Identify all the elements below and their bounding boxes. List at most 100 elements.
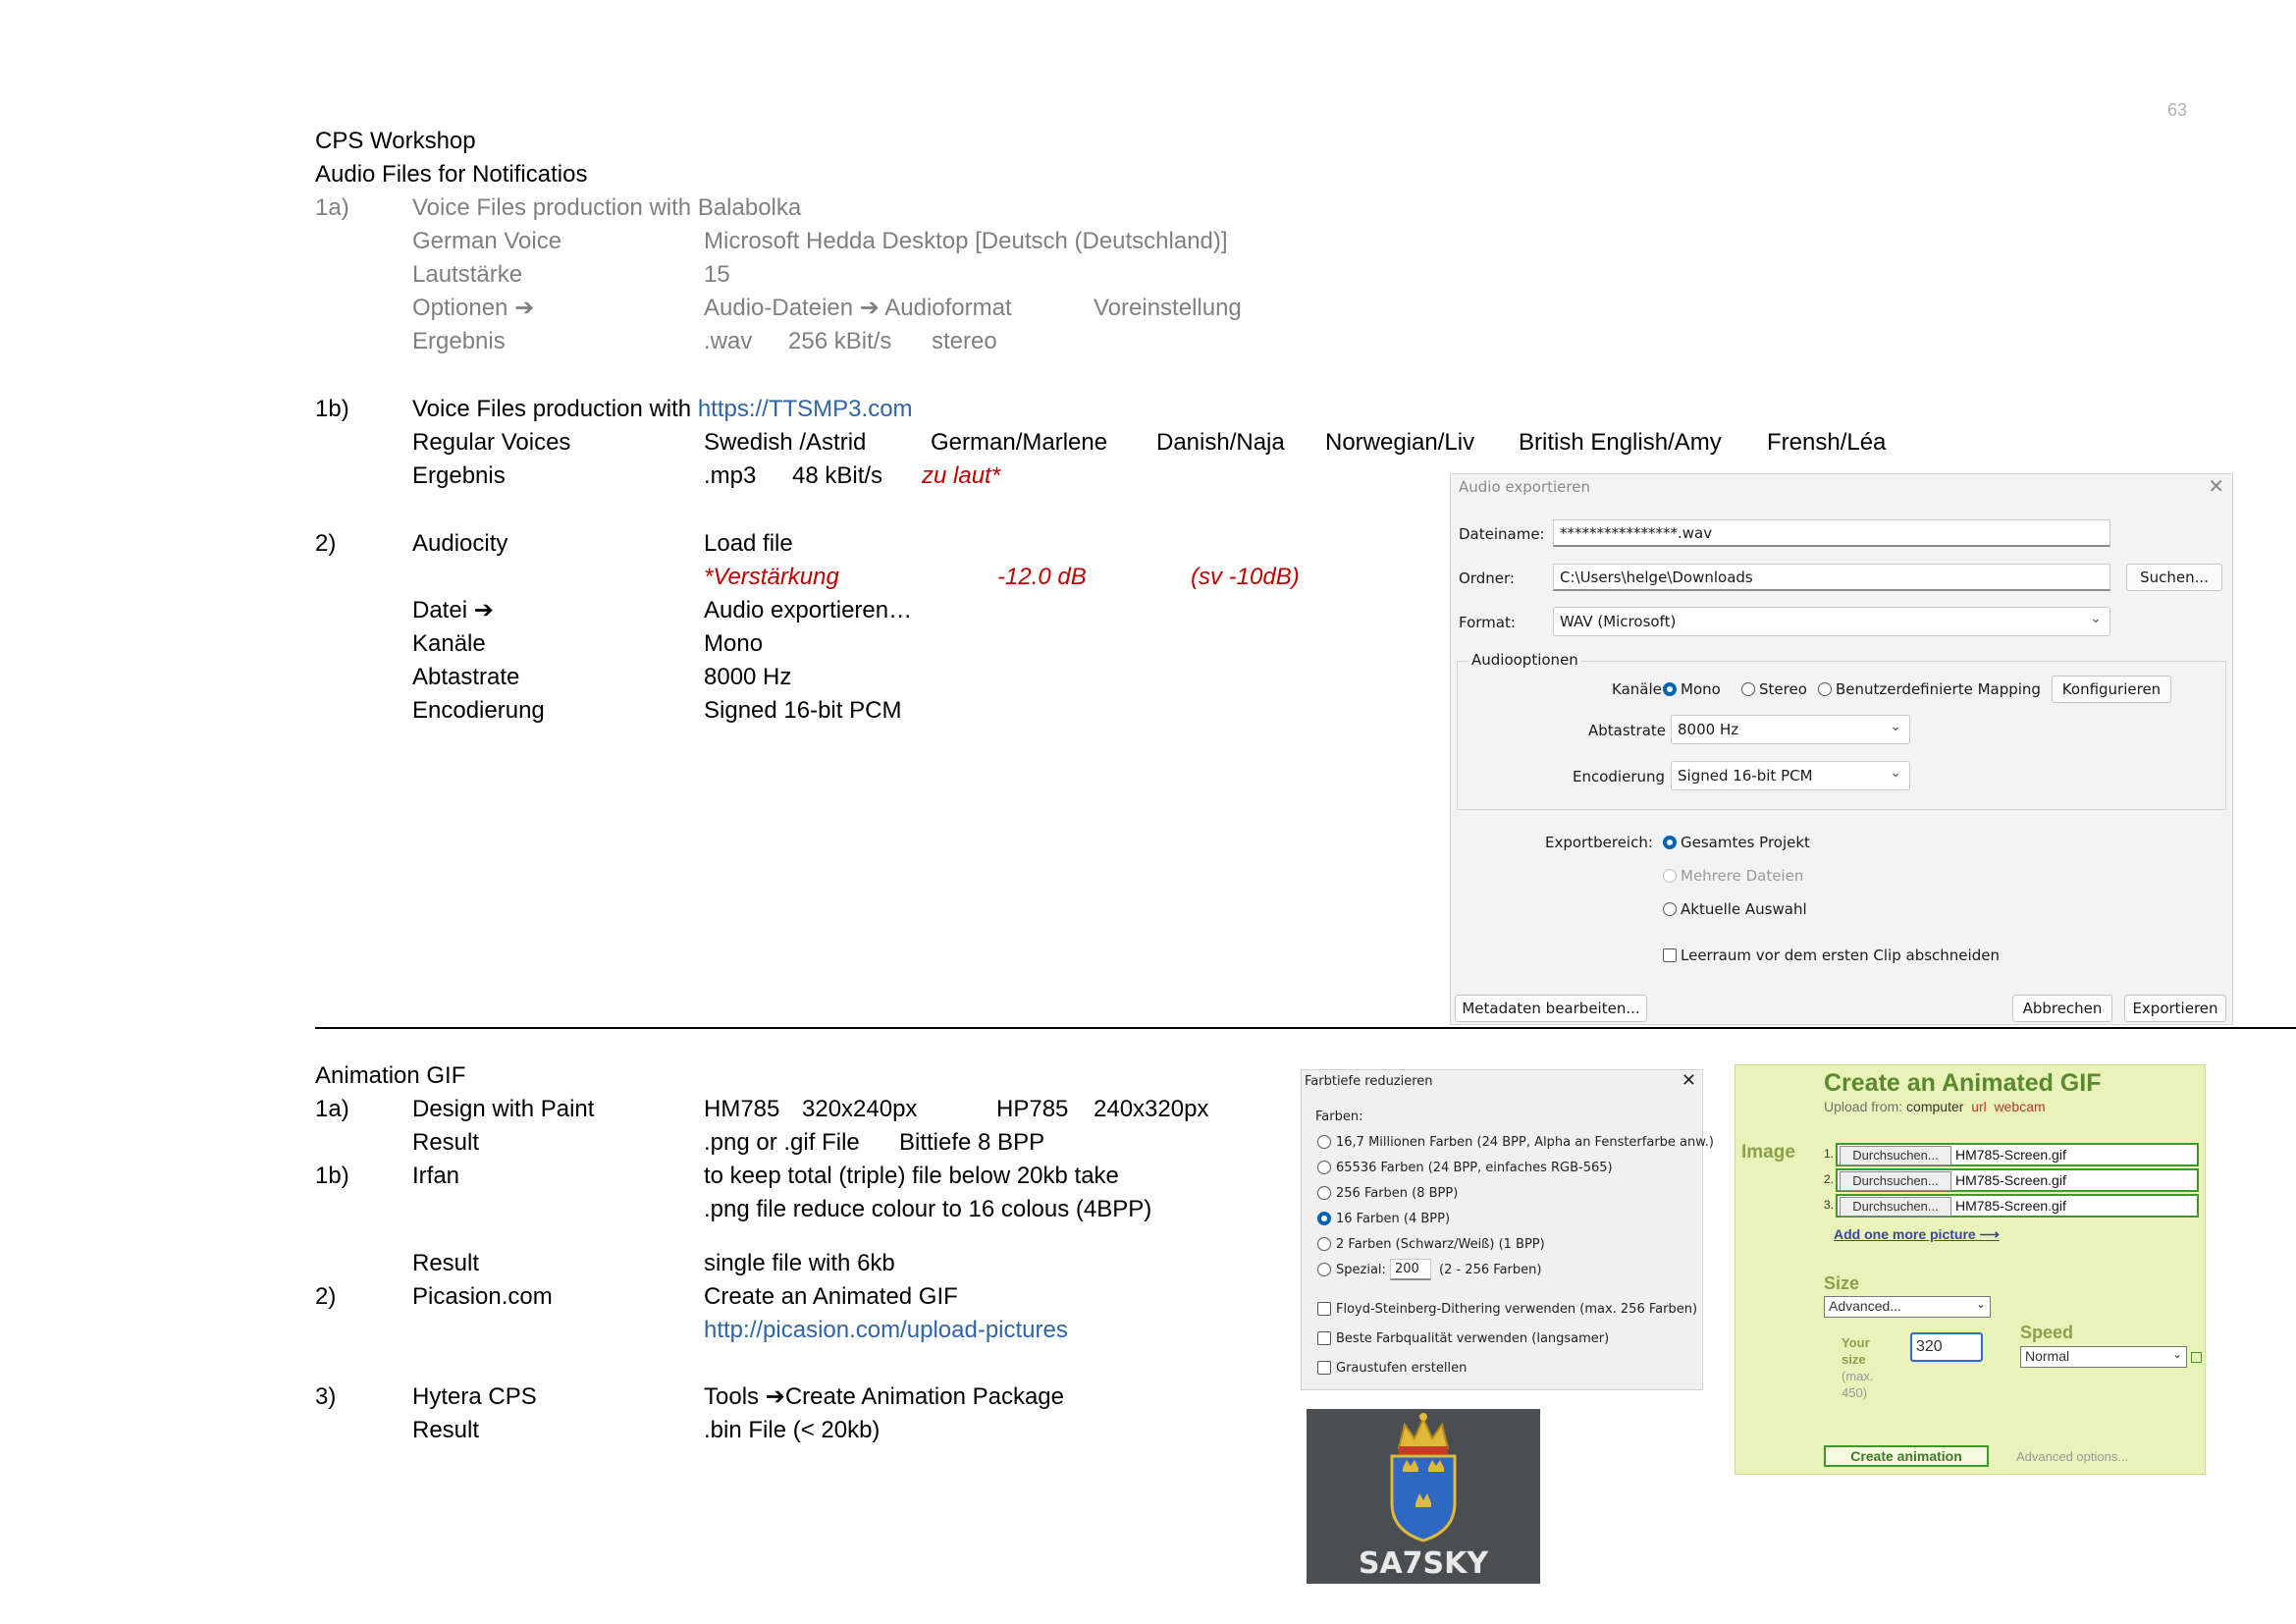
range-multi-radio[interactable]	[1663, 869, 1677, 883]
gif-r3-text-b: .png file reduce colour to 16 colous (4B…	[704, 1196, 1152, 1222]
gif-r7-label: Result	[412, 1417, 480, 1443]
source-webcam[interactable]: webcam	[1995, 1099, 2046, 1114]
s1b-voice: British English/Amy	[1519, 429, 1722, 456]
encoding-select[interactable]: Signed 16-bit PCM ⌄	[1671, 761, 1910, 790]
special-radio[interactable]	[1317, 1263, 1331, 1276]
dither-checkbox[interactable]	[1317, 1302, 1331, 1316]
color-option-label: 2 Farben (Schwarz/Weiß) (1 BPP)	[1336, 1237, 1545, 1252]
range-selection-label: Aktuelle Auswahl	[1681, 900, 1807, 918]
s1a-result-label: Ergebnis	[412, 328, 506, 354]
chevron-down-icon: ⌄	[1975, 1297, 1986, 1311]
colors-label: Farben:	[1315, 1110, 1363, 1124]
s1a-result-channels: stereo	[932, 328, 997, 354]
chevron-down-icon: ⌄	[2171, 1347, 2182, 1361]
folder-field[interactable]: C:\Users\helge\Downloads	[1553, 564, 2110, 591]
page-number: 63	[2167, 100, 2188, 120]
channels-label: Kanäle	[1612, 680, 1662, 698]
color-option-radio[interactable]	[1317, 1135, 1331, 1149]
s2-gain-note: (sv -10dB)	[1191, 564, 1300, 590]
create-animation-button[interactable]: Create animation	[1824, 1445, 1989, 1467]
doc-title: CPS Workshop	[315, 128, 476, 154]
crown-shield-icon	[1390, 1413, 1457, 1543]
filename-label: Dateiname:	[1459, 525, 1545, 543]
s1b-result-label: Ergebnis	[412, 462, 506, 489]
s2-channels-label: Kanäle	[412, 630, 486, 657]
best-quality-checkbox[interactable]	[1317, 1331, 1331, 1345]
custom-mapping-radio[interactable]	[1818, 682, 1832, 696]
picasion-panel: Create an Animated GIF Upload from: comp…	[1735, 1064, 2206, 1475]
add-picture-link[interactable]: Add one more picture ⟶	[1834, 1226, 2000, 1243]
filename-field[interactable]: ****************.wav	[1553, 519, 2110, 547]
s2-rate-label: Abtastrate	[412, 664, 520, 690]
dialog-titlebar: Audio exportieren ✕	[1451, 474, 2232, 500]
range-selection-radio[interactable]	[1663, 902, 1677, 916]
speed-select[interactable]: Normal ⌄	[2020, 1346, 2187, 1368]
s1b-voice: Frensh/Léa	[1767, 429, 1887, 456]
gif-r1-label: Design with Paint	[412, 1096, 595, 1122]
ttsmp3-link[interactable]: https://TTSMP3.com	[698, 396, 913, 422]
mono-radio[interactable]	[1663, 682, 1677, 696]
range-all-label: Gesamtes Projekt	[1681, 834, 1810, 851]
picasion-title: Create an Animated GIF	[1824, 1069, 2102, 1097]
s2-gain-value: -12.0 dB	[997, 564, 1087, 590]
rate-select[interactable]: 8000 Hz ⌄	[1671, 715, 1910, 744]
stereo-label: Stereo	[1759, 680, 1807, 698]
audio-options-label: Audiooptionen	[1468, 651, 1581, 669]
gif-r6-label: Hytera CPS	[412, 1383, 537, 1410]
browse-button[interactable]: Durchsuchen...	[1840, 1197, 1951, 1217]
section-divider	[315, 1027, 2296, 1029]
source-url[interactable]: url	[1971, 1099, 1987, 1114]
close-icon[interactable]: ✕	[1682, 1070, 1696, 1091]
cancel-button[interactable]: Abbrechen	[2012, 995, 2112, 1022]
gif-r1-size-a: 320x240px	[802, 1096, 918, 1122]
size-input[interactable]: 320	[1910, 1332, 1983, 1362]
file-name: HM785-Screen.gif	[1955, 1147, 2066, 1163]
gif-r3-number: 1b)	[315, 1163, 349, 1189]
trim-checkbox[interactable]	[1663, 948, 1677, 962]
chevron-down-icon: ⌄	[1890, 765, 1901, 781]
s1b-number: 1b)	[315, 396, 349, 422]
grayscale-checkbox[interactable]	[1317, 1361, 1331, 1375]
s2-label: Audiocity	[412, 530, 508, 557]
browse-button[interactable]: Suchen...	[2126, 564, 2222, 591]
gif-r1-size-b: 240x320px	[1094, 1096, 1209, 1122]
s2-channels-value: Mono	[704, 630, 764, 657]
arrow-right-icon: ➔	[765, 1383, 785, 1410]
edit-metadata-button[interactable]: Metadaten bearbeiten...	[1455, 995, 1647, 1022]
picasion-link[interactable]: http://picasion.com/upload-pictures	[704, 1314, 1068, 1347]
advanced-options-link[interactable]: Advanced options...	[2016, 1448, 2128, 1465]
s1b-voice: Danish/Naja	[1156, 429, 1285, 456]
format-select[interactable]: WAV (Microsoft) ⌄	[1553, 607, 2110, 636]
color-option-radio[interactable]	[1317, 1212, 1331, 1225]
s1b-voice: German/Marlene	[931, 429, 1108, 456]
configure-button[interactable]: Konfigurieren	[2052, 676, 2171, 703]
speed-checkbox[interactable]	[2191, 1352, 2202, 1363]
browse-button[interactable]: Durchsuchen...	[1840, 1146, 1951, 1165]
color-option-radio[interactable]	[1317, 1161, 1331, 1174]
color-option-label: 16,7 Millionen Farben (24 BPP, Alpha an …	[1336, 1135, 1714, 1150]
range-all-radio[interactable]	[1663, 836, 1677, 849]
color-option-radio[interactable]	[1317, 1186, 1331, 1200]
color-option-radio[interactable]	[1317, 1237, 1331, 1251]
file-name: HM785-Screen.gif	[1955, 1172, 2066, 1188]
s1b-voice: Swedish /Astrid	[704, 429, 867, 456]
export-button[interactable]: Exportieren	[2124, 995, 2226, 1022]
stereo-radio[interactable]	[1741, 682, 1755, 696]
best-quality-label: Beste Farbqualität verwenden (langsamer)	[1336, 1331, 1610, 1346]
special-input[interactable]: 200	[1390, 1259, 1431, 1280]
custom-mapping-label: Benutzerdefinierte Mapping	[1836, 680, 2041, 698]
s1a-options-preset: Voreinstellung	[1094, 295, 1242, 321]
close-icon[interactable]: ✕	[2208, 474, 2224, 498]
arrow-right-icon: ➔	[473, 597, 494, 623]
s1a-number: 1a)	[315, 194, 349, 221]
trim-label: Leerraum vor dem ersten Clip abschneiden	[1681, 947, 2000, 964]
source-computer[interactable]: computer	[1906, 1099, 1963, 1114]
gif-r5-label: Picasion.com	[412, 1283, 553, 1310]
special-range: (2 - 256 Farben)	[1439, 1263, 1542, 1277]
dialog-title: Audio exportieren	[1459, 478, 1590, 496]
audio-export-dialog: Audio exportieren ✕ Dateiname: *********…	[1450, 473, 2233, 1025]
color-depth-dialog: Farbtiefe reduzieren ✕ Farben: 16,7 Mill…	[1301, 1069, 1714, 1390]
size-select[interactable]: Advanced... ⌄	[1824, 1296, 1991, 1318]
rate-label: Abtastrate	[1588, 722, 1667, 739]
browse-button[interactable]: Durchsuchen...	[1840, 1171, 1951, 1191]
